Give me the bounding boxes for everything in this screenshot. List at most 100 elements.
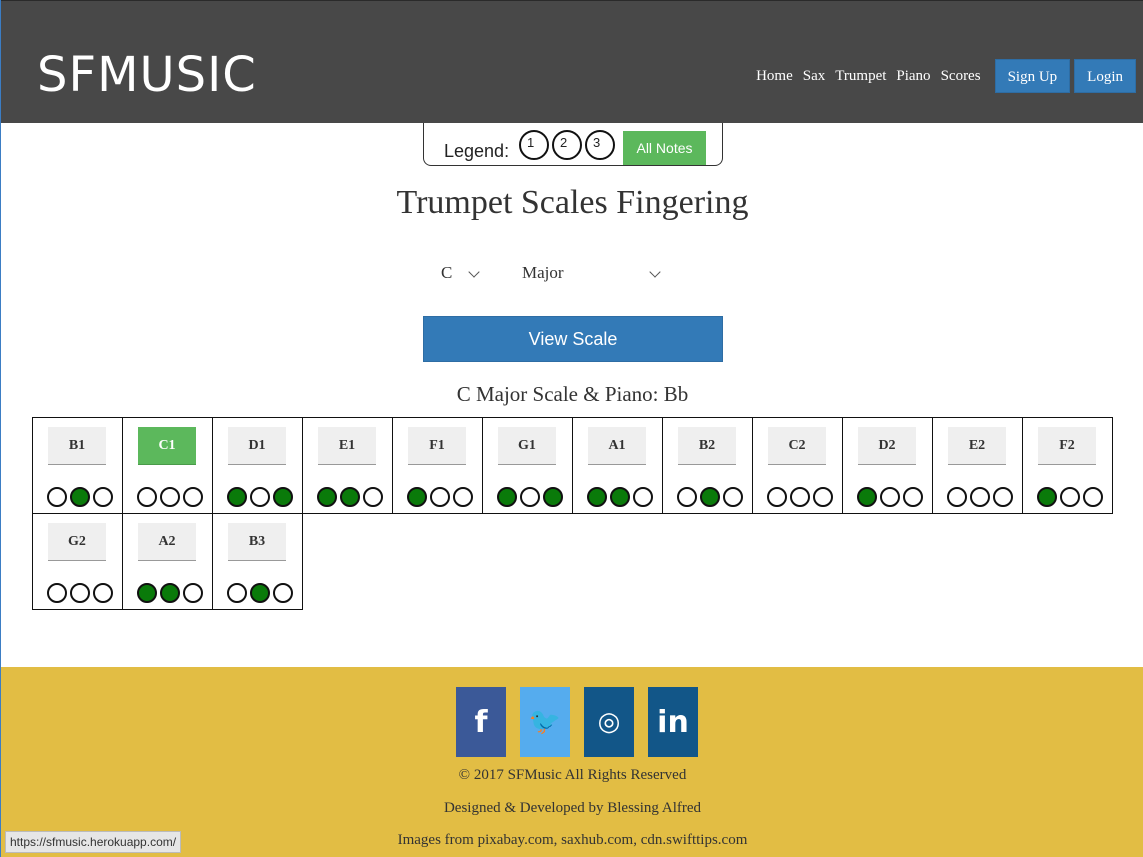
note-cell: A2 (122, 513, 213, 610)
valve-2-pressed (160, 583, 180, 603)
scale-subtitle: C Major Scale & Piano: Bb (456, 382, 689, 406)
valve-fingering (317, 487, 386, 507)
valve-1-pressed (857, 487, 877, 507)
valve-3-open (633, 487, 653, 507)
legend-valve-3: 3 (585, 130, 615, 160)
valve-2-pressed (610, 487, 630, 507)
valve-3-open (93, 487, 113, 507)
main-nav: Home Sax Trumpet Piano Scores Sign Up Lo… (756, 59, 1136, 93)
instagram-icon[interactable]: ◎ (584, 687, 634, 757)
note-button[interactable]: B3 (228, 523, 286, 561)
note-button[interactable]: G2 (48, 523, 106, 561)
valve-1-pressed (137, 583, 157, 603)
valve-2-pressed (70, 487, 90, 507)
valve-fingering (497, 487, 566, 507)
twitter-icon[interactable]: 🐦 (520, 687, 570, 757)
note-cell: A1 (572, 417, 663, 514)
page-title: Trumpet Scales Fingering (396, 184, 749, 221)
valve-2-pressed (250, 583, 270, 603)
valve-3-open (363, 487, 383, 507)
note-button[interactable]: C1 (138, 427, 196, 465)
facebook-icon[interactable]: f (456, 687, 506, 757)
valve-1-pressed (587, 487, 607, 507)
valve-2-open (880, 487, 900, 507)
valve-1-open (137, 487, 157, 507)
valve-2-open (970, 487, 990, 507)
note-button[interactable]: B1 (48, 427, 106, 465)
site-header: SFMUSIC Home Sax Trumpet Piano Scores Si… (1, 0, 1143, 123)
note-button[interactable]: F2 (1038, 427, 1096, 465)
valve-2-open (250, 487, 270, 507)
valve-2-open (430, 487, 450, 507)
valve-2-open (160, 487, 180, 507)
note-cell: D2 (842, 417, 933, 514)
note-button[interactable]: C2 (768, 427, 826, 465)
note-cell: C1 (122, 417, 213, 514)
valve-fingering (227, 487, 296, 507)
login-button[interactable]: Login (1074, 59, 1136, 93)
valve-1-open (47, 487, 67, 507)
copyright-line: © 2017 SFMusic All Rights Reserved (1, 767, 1143, 784)
note-button[interactable]: F1 (408, 427, 466, 465)
valve-3-open (93, 583, 113, 603)
valve-fingering (1037, 487, 1106, 507)
valve-fingering (767, 487, 836, 507)
valve-3-open (1083, 487, 1103, 507)
valve-fingering (47, 583, 116, 603)
nav-sax[interactable]: Sax (803, 68, 826, 85)
valve-fingering (227, 583, 296, 603)
valve-2-open (70, 583, 90, 603)
note-button[interactable]: E1 (318, 427, 376, 465)
view-scale-button[interactable]: View Scale (423, 316, 723, 362)
note-cell: E2 (932, 417, 1023, 514)
valve-3-open (723, 487, 743, 507)
nav-piano[interactable]: Piano (896, 68, 930, 85)
note-button[interactable]: E2 (948, 427, 1006, 465)
valve-3-open (273, 583, 293, 603)
valve-1-open (947, 487, 967, 507)
valve-2-pressed (340, 487, 360, 507)
valve-2-open (520, 487, 540, 507)
valve-fingering (137, 487, 206, 507)
site-footer: f 🐦 ◎ in © 2017 SFMusic All Rights Reserved… (1, 667, 1143, 857)
linkedin-icon[interactable]: in (648, 687, 698, 757)
valve-1-pressed (497, 487, 517, 507)
signup-button[interactable]: Sign Up (994, 59, 1071, 93)
copyright-text: 2017 SFMusic All Rights Reserved (473, 767, 687, 783)
valve-1-open (47, 583, 67, 603)
valve-1-open (767, 487, 787, 507)
note-cell: B1 (32, 417, 123, 514)
status-bar-url: https://sfmusic.herokuapp.com/ (5, 831, 182, 853)
valve-3-pressed (273, 487, 293, 507)
brand-logo[interactable]: SFMUSIC (37, 47, 257, 103)
note-button[interactable]: A1 (588, 427, 646, 465)
copyright-icon: © (458, 767, 471, 783)
valve-3-pressed (543, 487, 563, 507)
valve-3-open (903, 487, 923, 507)
note-cell: D1 (212, 417, 303, 514)
note-cell: G1 (482, 417, 573, 514)
note-button[interactable]: B2 (678, 427, 736, 465)
valve-1-pressed (317, 487, 337, 507)
chevron-down-icon (649, 266, 661, 278)
valve-1-open (227, 583, 247, 603)
note-button[interactable]: G1 (498, 427, 556, 465)
valve-fingering (407, 487, 476, 507)
valve-fingering (857, 487, 926, 507)
valve-3-open (813, 487, 833, 507)
nav-scores[interactable]: Scores (941, 68, 981, 85)
note-cell: F1 (392, 417, 483, 514)
valve-fingering (137, 583, 206, 603)
all-notes-button[interactable]: All Notes (623, 131, 706, 165)
nav-trumpet[interactable]: Trumpet (835, 68, 886, 85)
note-cell: E1 (302, 417, 393, 514)
note-button[interactable]: A2 (138, 523, 196, 561)
valve-fingering (947, 487, 1016, 507)
valve-3-open (183, 487, 203, 507)
nav-home[interactable]: Home (756, 68, 793, 85)
note-button[interactable]: D1 (228, 427, 286, 465)
valve-2-open (1060, 487, 1080, 507)
credits-line: Designed & Developed by Blessing Alfred (443, 800, 702, 816)
legend-box: Legend: 1 2 3 All Notes (423, 123, 723, 166)
note-button[interactable]: D2 (858, 427, 916, 465)
